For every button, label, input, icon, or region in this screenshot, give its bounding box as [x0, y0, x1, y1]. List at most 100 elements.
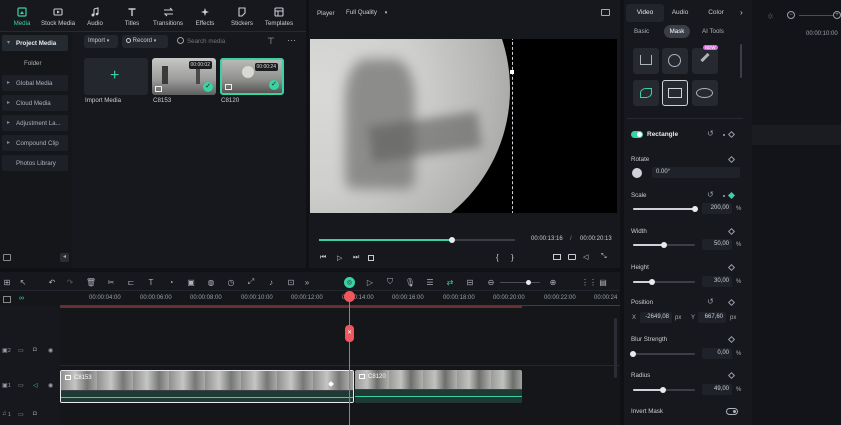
blur-input[interactable]: 0,00: [702, 348, 732, 359]
stop-icon[interactable]: [368, 255, 374, 261]
sidebar-item-cloud-media[interactable]: ▸ Cloud Media: [2, 95, 68, 111]
volume-icon[interactable]: ◁: [583, 253, 588, 261]
subtab-ai-tools[interactable]: AI Tools: [702, 28, 724, 35]
search-input[interactable]: [187, 35, 257, 48]
text-icon[interactable]: T: [146, 277, 156, 287]
sidebar-item-photos-library[interactable]: Photos Library: [2, 155, 68, 171]
more-icon[interactable]: ···: [287, 35, 296, 45]
mask-rectangle-toggle[interactable]: [631, 131, 643, 138]
reset-icon[interactable]: ↺: [707, 129, 714, 138]
mask-preset-import[interactable]: [633, 48, 659, 74]
split-icon[interactable]: ✂: [106, 277, 116, 287]
list-icon[interactable]: ☰: [425, 277, 435, 287]
nav-audio[interactable]: Audio: [75, 6, 115, 27]
transform-icon[interactable]: ⊡: [286, 277, 296, 287]
timeline-zoom-in-icon[interactable]: ⊕: [548, 277, 558, 287]
mask-handle[interactable]: [510, 70, 514, 74]
collapse-sidebar-icon[interactable]: ◂: [60, 253, 69, 262]
undo-icon[interactable]: ↶: [47, 277, 57, 287]
sidebar-item-global-media[interactable]: ▸ Global Media: [2, 75, 68, 91]
mark-in-icon[interactable]: {: [496, 253, 499, 262]
nav-titles[interactable]: Titles: [112, 6, 152, 27]
radius-input[interactable]: 49,00: [702, 384, 732, 395]
nav-media[interactable]: Media: [2, 6, 42, 27]
height-input[interactable]: 30,00: [702, 276, 732, 287]
play-range-icon[interactable]: ▷: [365, 277, 375, 287]
speed-icon[interactable]: ◔: [166, 277, 176, 287]
grid-icon[interactable]: ⋮⋮: [581, 277, 597, 287]
folder-icon[interactable]: ▭: [18, 411, 24, 418]
import-button[interactable]: Import ▾: [84, 35, 118, 48]
timeline-zoom-out-icon[interactable]: ⊖: [486, 277, 496, 287]
delete-icon[interactable]: 🗑: [86, 277, 96, 287]
position-y-input[interactable]: 667,60: [698, 312, 726, 323]
reset-icon[interactable]: ↺: [707, 297, 714, 306]
invert-mask-toggle[interactable]: [726, 408, 738, 415]
mask-bounding-box[interactable]: [310, 39, 513, 213]
reset-icon[interactable]: ↺: [707, 190, 714, 199]
eye-icon[interactable]: ◉: [48, 382, 53, 389]
mask-preset-rectangle[interactable]: [662, 80, 688, 106]
nav-stickers[interactable]: Stickers: [222, 6, 262, 27]
color-icon[interactable]: ◍: [206, 277, 216, 287]
mask-preset-draw[interactable]: NEW: [692, 45, 718, 74]
mask-preset-none[interactable]: [662, 48, 688, 74]
fullscreen-icon[interactable]: ⤡: [601, 253, 607, 261]
clip-thumbnail-c8120[interactable]: 00:00:24 ✓: [220, 58, 284, 95]
eye-icon[interactable]: ◉: [48, 347, 53, 354]
playhead-handle[interactable]: [344, 291, 355, 302]
link-icon[interactable]: ⇄: [445, 277, 455, 287]
display-icon[interactable]: [553, 254, 561, 260]
scale-input[interactable]: 200,00: [702, 203, 732, 214]
redo-icon[interactable]: ↷: [65, 277, 75, 287]
rotate-input[interactable]: 0.00°: [652, 167, 740, 178]
clip-thumbnail-c8153[interactable]: 00:00:02 ✓: [152, 58, 216, 95]
next-frame-icon[interactable]: ⏭: [353, 254, 359, 262]
subtab-basic[interactable]: Basic: [634, 28, 649, 35]
mic-icon[interactable]: 🎙: [405, 277, 415, 287]
panel-scrollbar[interactable]: [740, 44, 742, 78]
subtab-mask[interactable]: Mask: [664, 25, 690, 38]
timeline-zoom-knob[interactable]: [526, 280, 531, 285]
mark-out-icon[interactable]: }: [511, 253, 514, 262]
nav-effects[interactable]: Effects: [185, 6, 225, 27]
render-icon[interactable]: ◎: [344, 277, 355, 288]
quality-select[interactable]: Full Quality ▾: [346, 9, 387, 16]
timer-icon[interactable]: ◷: [226, 277, 236, 287]
shield-icon[interactable]: ⛉: [385, 277, 395, 287]
tab-video[interactable]: Video: [626, 4, 664, 22]
sidebar-item-adjustment-layer[interactable]: ▸ Adjustment La...: [2, 115, 68, 131]
blur-slider[interactable]: [633, 353, 695, 355]
mask-preset-ellipse[interactable]: [692, 80, 718, 106]
tabs-next-icon[interactable]: ›: [740, 8, 743, 17]
snap-icon[interactable]: ⊟: [465, 277, 475, 287]
folder-icon[interactable]: ▭: [18, 347, 24, 354]
height-knob[interactable]: [648, 279, 655, 285]
sidebar-item-folder[interactable]: Folder: [2, 55, 68, 71]
width-input[interactable]: 50,00: [702, 239, 732, 250]
mask-preset-magic[interactable]: [633, 80, 659, 106]
playhead-split-marker[interactable]: ✕: [345, 325, 354, 342]
add-track-icon[interactable]: [3, 296, 11, 303]
width-knob[interactable]: [661, 242, 667, 248]
camera-icon[interactable]: [568, 254, 576, 260]
crop-icon[interactable]: ⊏: [126, 277, 136, 287]
layout-icon[interactable]: ⊞: [2, 277, 12, 287]
import-media-tile[interactable]: +: [84, 58, 148, 95]
nav-stock-media[interactable]: Stock Media: [38, 6, 78, 27]
prev-frame-icon[interactable]: ⏮: [320, 254, 326, 262]
tab-color[interactable]: Color: [701, 4, 731, 22]
mute-icon[interactable]: ◁: [33, 382, 38, 389]
rotate-dial[interactable]: [632, 168, 642, 178]
filter-icon[interactable]: ⊤: [267, 36, 275, 47]
position-x-input[interactable]: -2649,08: [640, 312, 672, 323]
tab-audio[interactable]: Audio: [665, 4, 695, 22]
zoom-in-icon[interactable]: +: [833, 11, 841, 19]
snapshot-icon[interactable]: [601, 9, 610, 16]
new-folder-icon[interactable]: [3, 254, 11, 261]
timeline-vscroll[interactable]: [614, 318, 617, 378]
fit-icon[interactable]: ⤢: [246, 277, 256, 287]
lock-icon[interactable]: ◘: [33, 411, 37, 417]
timeline-clip-c8120[interactable]: C8120: [355, 370, 522, 403]
link-track-icon[interactable]: ∞: [19, 295, 24, 302]
